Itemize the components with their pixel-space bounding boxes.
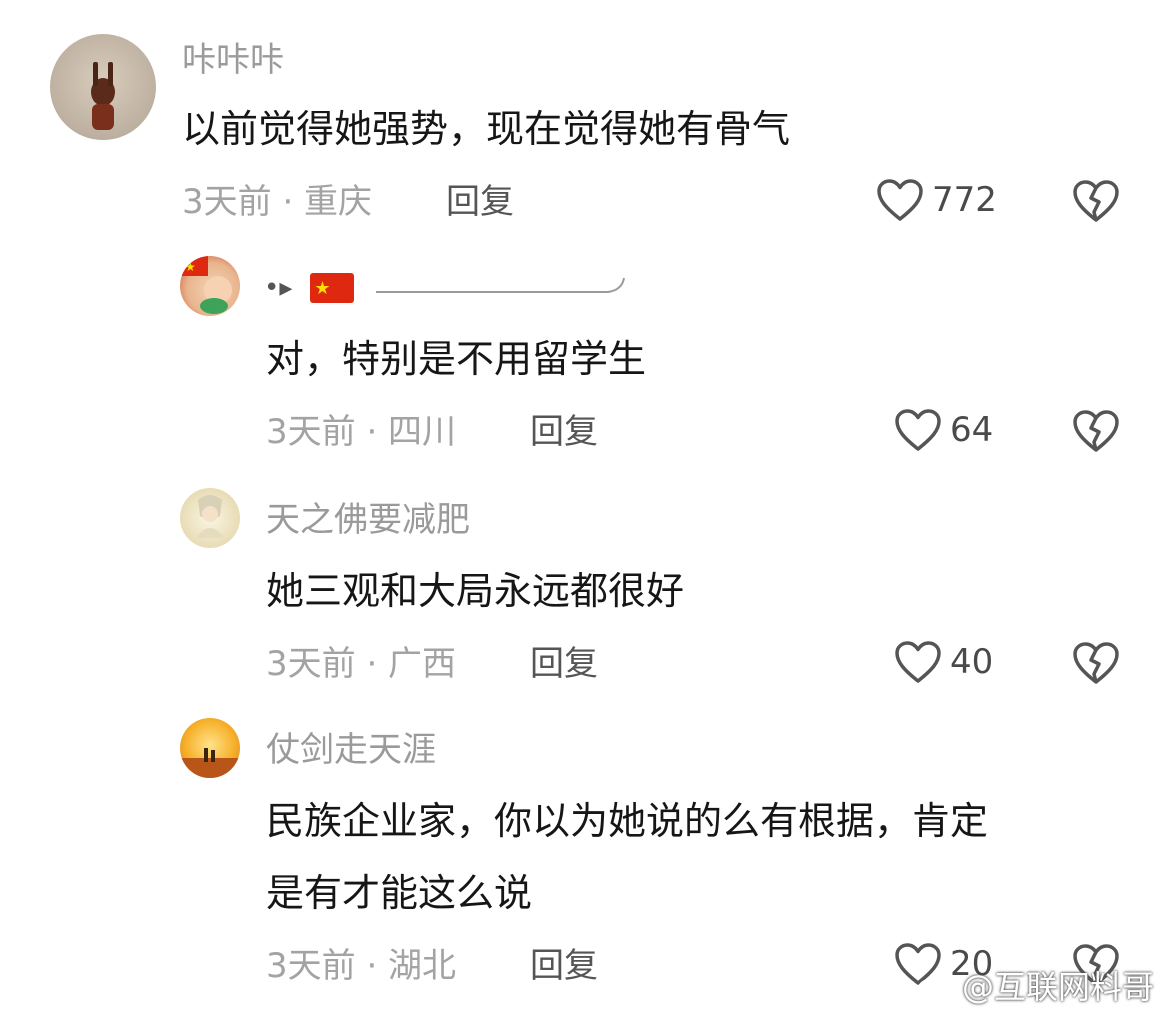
comment-meta: 3天前 · 广西: [266, 644, 457, 684]
comment-text: 对，特别是不用留学生: [266, 337, 647, 381]
heart-outline-icon: [895, 641, 941, 683]
underline-decor: [376, 277, 626, 293]
comment-meta: 3天前 · 四川: [266, 412, 457, 452]
like-count: 40: [950, 642, 994, 682]
weibo-logo-icon: [917, 972, 954, 1001]
comment-author[interactable]: 咔咔咔: [182, 40, 284, 80]
comment-text: 她三观和大局永远都很好: [266, 569, 685, 613]
like-count: 772: [932, 180, 997, 220]
comment-meta: 3天前 · 重庆: [182, 182, 373, 222]
like-button[interactable]: 64: [894, 408, 993, 452]
dot-icon: •▸: [264, 273, 293, 303]
watermark-text: @互联网料哥: [961, 968, 1154, 1006]
broken-heart-icon[interactable]: [1072, 640, 1120, 686]
like-button[interactable]: 772: [876, 178, 997, 222]
like-count: 64: [950, 410, 994, 450]
broken-heart-icon[interactable]: [1072, 178, 1120, 224]
avatar[interactable]: [180, 718, 240, 778]
svg-text:★: ★: [185, 260, 196, 274]
comment-author[interactable]: 天之佛要减肥: [266, 500, 470, 540]
comment-text-line-1: 民族企业家，你以为她说的么有根据，肯定: [266, 799, 989, 843]
like-button[interactable]: 40: [894, 640, 993, 684]
reply-button[interactable]: 回复: [530, 946, 598, 986]
comment-author[interactable]: 仗剑走天涯: [266, 730, 436, 770]
reply-button[interactable]: 回复: [446, 182, 514, 222]
comment-text-line-2: 是有才能这么说: [266, 871, 533, 915]
reply-button[interactable]: 回复: [530, 412, 598, 452]
avatar[interactable]: [50, 34, 156, 140]
comment-text: 以前觉得她强势，现在觉得她有骨气: [182, 107, 791, 151]
avatar[interactable]: ★: [180, 256, 240, 316]
heart-outline-icon: [895, 409, 941, 451]
heart-outline-icon: [877, 179, 923, 221]
china-flag-icon: [310, 269, 355, 309]
broken-heart-icon[interactable]: [1072, 408, 1120, 454]
watermark: @互联网料哥: [916, 962, 1154, 1008]
comment-meta: 3天前 · 湖北: [266, 946, 457, 986]
avatar[interactable]: [180, 488, 240, 548]
reply-button[interactable]: 回复: [530, 644, 598, 684]
comment-author-decor[interactable]: •▸: [264, 268, 628, 309]
